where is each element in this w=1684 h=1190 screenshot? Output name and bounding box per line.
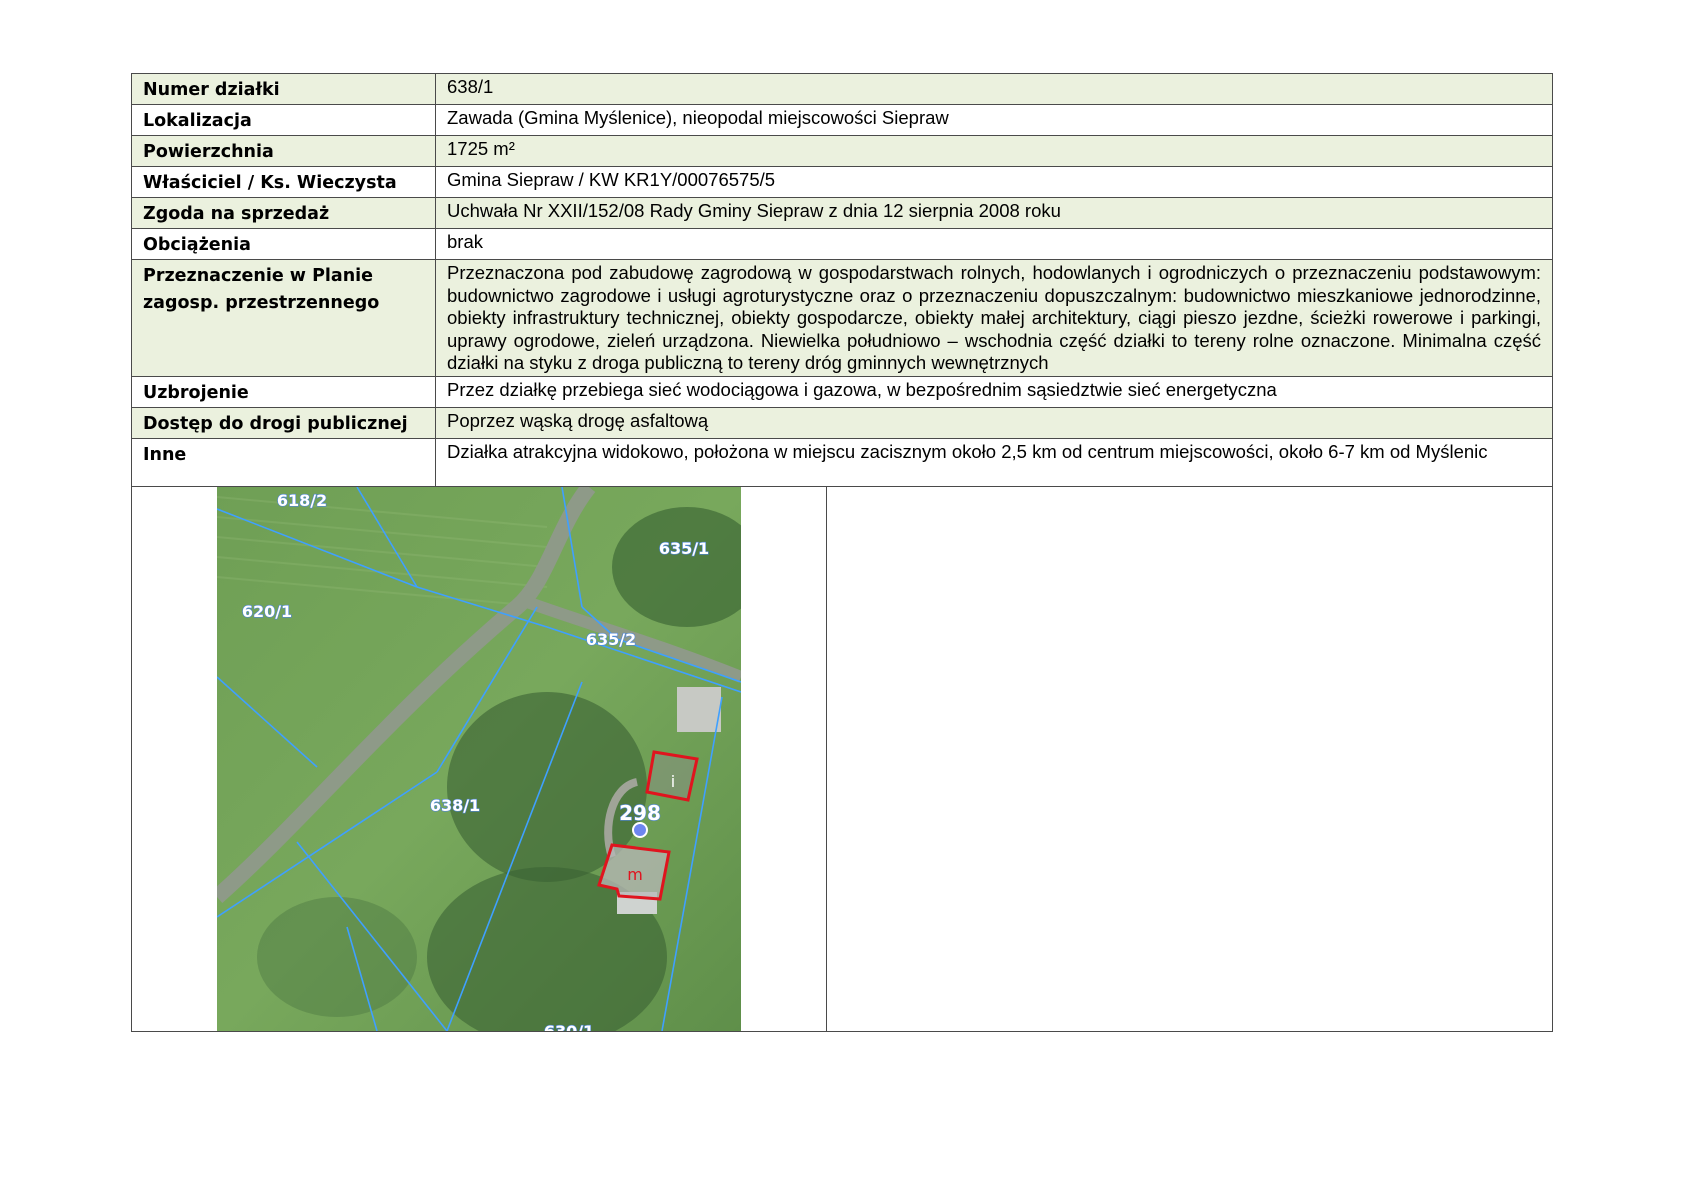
parcel-label-635-1: 635/1 xyxy=(659,539,709,558)
label-road-access: Dostęp do drogi publicznej xyxy=(131,407,436,439)
value-zoning: Przeznaczona pod zabudowę zagrodową w go… xyxy=(435,259,1553,377)
building-label-m: m xyxy=(627,865,643,884)
label-zoning-line1: Przeznaczenie w Planie xyxy=(143,266,374,286)
row-zoning: Przeznaczenie w Planie zagosp. przestrze… xyxy=(131,259,1553,377)
map-table: i m 298 618/2 635/1 620/1 635/2 638/1 63… xyxy=(131,486,1553,1032)
parcel-map-svg: i m 298 618/2 635/1 620/1 635/2 638/1 63… xyxy=(217,487,741,1031)
parcel-label-630-1: 630/1 xyxy=(544,1022,594,1031)
value-location: Zawada (Gmina Myślenice), nieopodal miej… xyxy=(435,104,1553,136)
row-owner: Właściciel / Ks. Wieczysta Gmina Siepraw… xyxy=(131,166,1553,198)
label-owner: Właściciel / Ks. Wieczysta xyxy=(131,166,436,198)
row-area: Powierzchnia 1725 m² xyxy=(131,135,1553,167)
row-road-access: Dostęp do drogi publicznej Poprzez wąską… xyxy=(131,407,1553,439)
empty-cell xyxy=(826,486,1553,1032)
value-other: Działka atrakcyjna widokowo, położona w … xyxy=(435,438,1553,487)
label-sale-consent: Zgoda na sprzedaż xyxy=(131,197,436,229)
value-owner: Gmina Siepraw / KW KR1Y/00076575/5 xyxy=(435,166,1553,198)
parcel-label-618-2: 618/2 xyxy=(277,491,327,510)
plot-info-table: Numer działki 638/1 Lokalizacja Zawada (… xyxy=(131,73,1553,487)
label-plot-number: Numer działki xyxy=(131,73,436,105)
row-utilities: Uzbrojenie Przez działkę przebiega sieć … xyxy=(131,376,1553,408)
survey-point xyxy=(632,822,648,838)
value-plot-number: 638/1 xyxy=(435,73,1553,105)
parcel-label-638-1: 638/1 xyxy=(430,796,480,815)
survey-point-label: 298 xyxy=(619,801,661,825)
label-other: Inne xyxy=(131,438,436,487)
row-location: Lokalizacja Zawada (Gmina Myślenice), ni… xyxy=(131,104,1553,136)
parcel-label-620-1: 620/1 xyxy=(242,602,292,621)
label-location: Lokalizacja xyxy=(131,104,436,136)
value-sale-consent: Uchwała Nr XXII/152/08 Rady Gminy Siepra… xyxy=(435,197,1553,229)
building-label-i: i xyxy=(671,772,675,791)
value-encumbrances: brak xyxy=(435,228,1553,260)
value-road-access: Poprzez wąską drogę asfaltową xyxy=(435,407,1553,439)
label-zoning: Przeznaczenie w Planie zagosp. przestrze… xyxy=(131,259,436,377)
map-row: i m 298 618/2 635/1 620/1 635/2 638/1 63… xyxy=(131,486,1553,1032)
row-sale-consent: Zgoda na sprzedaż Uchwała Nr XXII/152/08… xyxy=(131,197,1553,229)
label-utilities: Uzbrojenie xyxy=(131,376,436,408)
parcel-label-635-2: 635/2 xyxy=(586,630,636,649)
plot-sheet: Numer działki 638/1 Lokalizacja Zawada (… xyxy=(131,73,1553,1032)
map-cell: i m 298 618/2 635/1 620/1 635/2 638/1 63… xyxy=(131,486,827,1032)
label-zoning-line2: zagosp. przestrzennego xyxy=(143,293,380,313)
row-encumbrances: Obciążenia brak xyxy=(131,228,1553,260)
value-utilities: Przez działkę przebiega sieć wodociągowa… xyxy=(435,376,1553,408)
building-shed xyxy=(677,687,721,732)
parcel-map: i m 298 618/2 635/1 620/1 635/2 638/1 63… xyxy=(217,487,741,1031)
row-other: Inne Działka atrakcyjna widokowo, położo… xyxy=(131,438,1553,487)
row-plot-number: Numer działki 638/1 xyxy=(131,73,1553,105)
label-area: Powierzchnia xyxy=(131,135,436,167)
label-encumbrances: Obciążenia xyxy=(131,228,436,260)
shade-bottom-left xyxy=(257,897,417,1017)
value-area: 1725 m² xyxy=(435,135,1553,167)
